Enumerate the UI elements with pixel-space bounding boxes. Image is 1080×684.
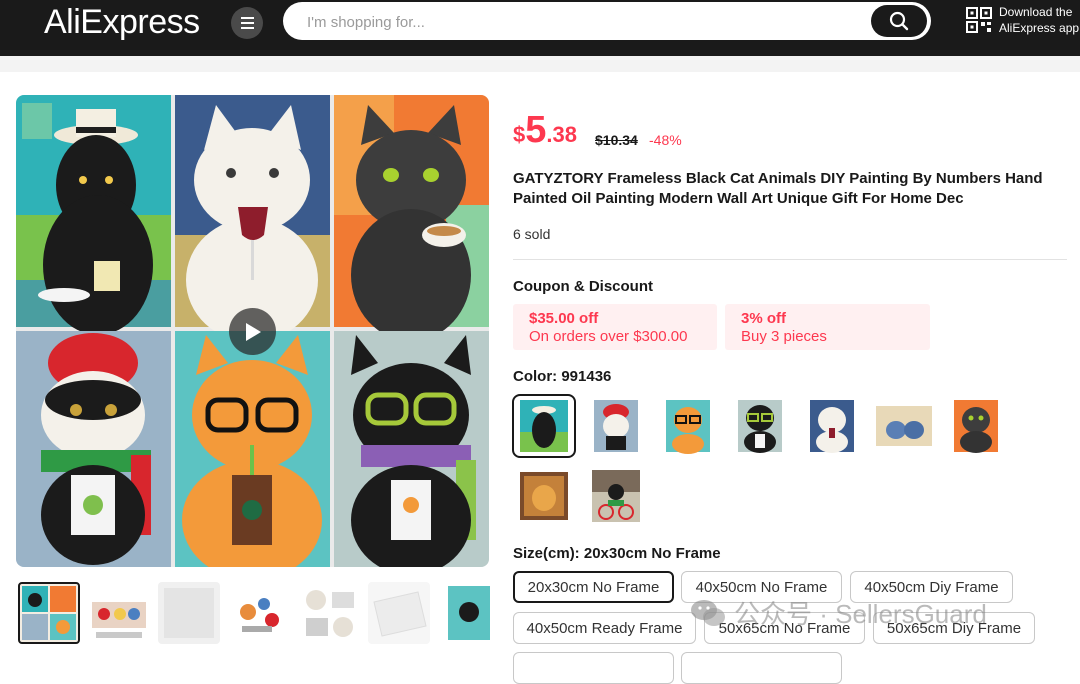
- download-app-link[interactable]: Download the AliExpress app: [999, 4, 1079, 36]
- thumbnail[interactable]: [88, 582, 150, 644]
- section-divider: [513, 259, 1067, 260]
- download-line-1: Download the: [999, 5, 1073, 19]
- panel-grey-cat-tea: [334, 95, 489, 341]
- size-option[interactable]: 40x50cm Ready Frame: [513, 612, 696, 644]
- price-decimal: .38: [546, 122, 577, 147]
- panel-orange-cat-coffee: [175, 331, 330, 567]
- product-title: GATYZTORY Frameless Black Cat Animals DI…: [513, 170, 1043, 207]
- color-swatch[interactable]: [586, 466, 646, 526]
- coupon-condition: Buy 3 pieces: [741, 328, 827, 345]
- coupon-section-label: Coupon & Discount: [513, 278, 653, 295]
- top-header: AliExpress Download the AliExpress app: [0, 0, 1080, 56]
- search-icon: [889, 11, 909, 31]
- play-icon: [245, 322, 261, 341]
- thumbnail[interactable]: [368, 582, 430, 644]
- color-swatch[interactable]: [586, 396, 646, 456]
- sold-count: 6 sold: [513, 226, 551, 242]
- size-label: Size(cm): 20x30cm No Frame: [513, 545, 721, 562]
- play-video-button[interactable]: [229, 308, 276, 355]
- price-currency: $: [513, 122, 526, 147]
- color-swatch[interactable]: [512, 394, 576, 458]
- panel-cat-red-hat: [16, 331, 171, 567]
- size-option[interactable]: 20x30cm No Frame: [513, 571, 674, 603]
- color-label: Color: 991436: [513, 368, 612, 385]
- download-line-2: AliExpress app: [999, 21, 1080, 35]
- watermark: 公众号 · SellersGuard: [690, 594, 987, 631]
- current-price: $5.38: [513, 109, 577, 152]
- wechat-icon: [691, 599, 725, 626]
- search-input[interactable]: [305, 2, 869, 42]
- thumbnail[interactable]: [158, 582, 220, 644]
- thumbnail[interactable]: [18, 582, 80, 644]
- panel-white-cat-wine: [175, 95, 330, 342]
- color-swatch[interactable]: [514, 466, 574, 526]
- price-integer: 5: [525, 109, 547, 151]
- header-subbar: [0, 56, 1080, 72]
- color-swatch[interactable]: [946, 396, 1006, 456]
- aliexpress-logo[interactable]: AliExpress: [44, 3, 200, 42]
- coupon-title: 3% off: [741, 310, 786, 327]
- coupon-condition: On orders over $300.00: [529, 328, 688, 345]
- thumbnail[interactable]: [298, 582, 360, 644]
- color-swatch[interactable]: [874, 396, 934, 456]
- coupon-card[interactable]: 3% off Buy 3 pieces: [725, 304, 930, 350]
- color-swatch[interactable]: [658, 396, 718, 456]
- color-swatch[interactable]: [730, 396, 790, 456]
- original-price: $10.34: [595, 132, 638, 148]
- coupon-card[interactable]: $35.00 off On orders over $300.00: [513, 304, 717, 350]
- color-swatch[interactable]: [802, 396, 862, 456]
- watermark-text: 公众号 · SellersGuard: [734, 599, 987, 629]
- search-bar: [283, 2, 931, 42]
- discount-percent: -48%: [649, 132, 682, 148]
- search-button[interactable]: [871, 5, 927, 37]
- menu-icon[interactable]: [231, 7, 263, 39]
- panel-black-cat-glasses: [334, 331, 489, 567]
- coupon-title: $35.00 off: [529, 310, 599, 327]
- qr-code-icon[interactable]: [966, 7, 992, 33]
- panel-cat-hat: [16, 95, 171, 335]
- thumbnail-strip: [16, 582, 490, 646]
- thumbnail[interactable]: [228, 582, 290, 644]
- thumbnail[interactable]: [438, 582, 490, 644]
